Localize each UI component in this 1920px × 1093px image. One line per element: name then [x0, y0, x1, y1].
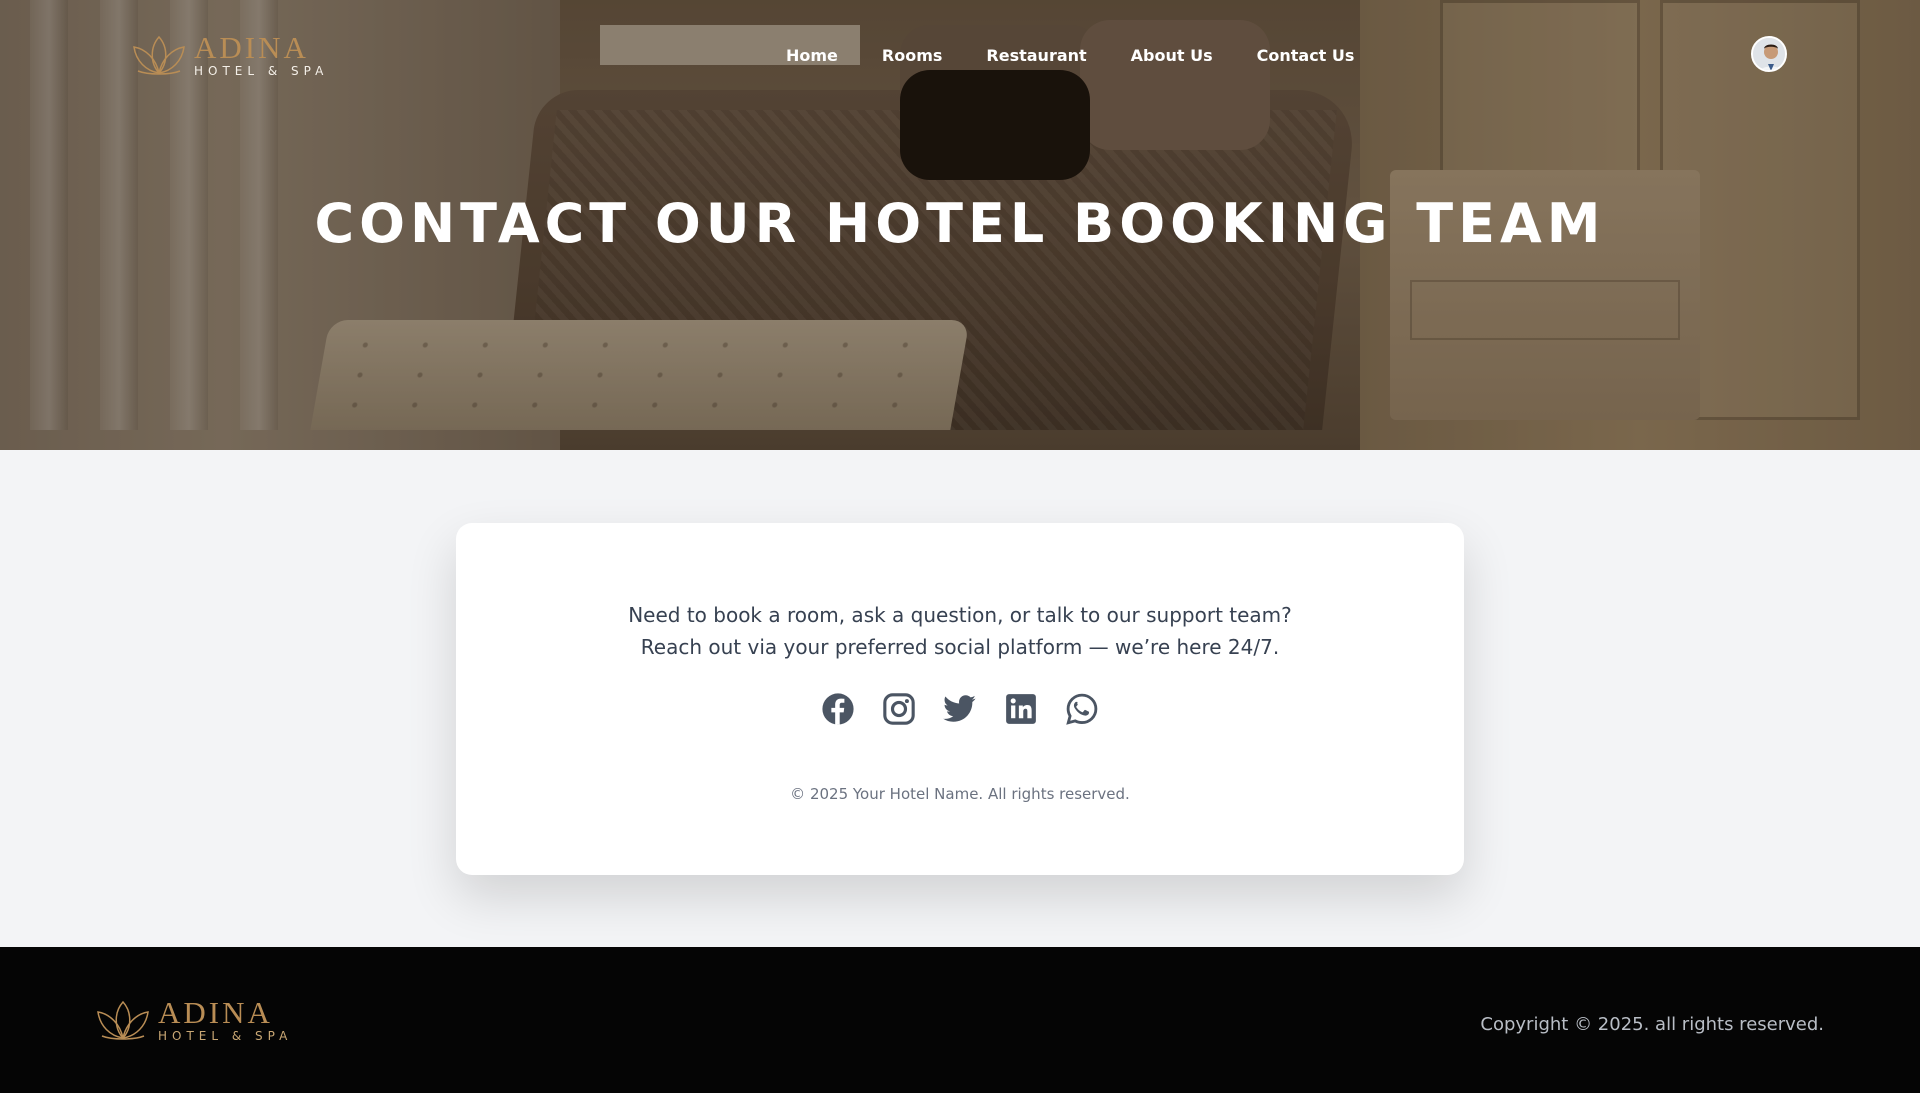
footer-copyright: Copyright © 2025. all rights reserved. — [1480, 1014, 1824, 1035]
twitter-icon — [943, 694, 976, 722]
card-copyright: © 2025 Your Hotel Name. All rights reser… — [790, 785, 1130, 803]
main-nav: Home Rooms Restaurant About Us Contact U… — [786, 46, 1354, 65]
hero-banner: ADINA HOTEL & SPA Home Rooms Restaurant … — [0, 0, 1920, 450]
contact-line-1: Need to book a room, ask a question, or … — [628, 603, 1292, 627]
twitter-link[interactable] — [943, 691, 978, 726]
nav-home[interactable]: Home — [786, 46, 838, 65]
logo-brand: ADINA — [194, 30, 309, 65]
nav-about-us[interactable]: About Us — [1131, 46, 1213, 65]
footer-logo-tagline: HOTEL & SPA — [158, 1029, 293, 1043]
contact-line-2: Reach out via your preferred social plat… — [640, 635, 1280, 659]
facebook-link[interactable] — [821, 691, 856, 726]
instagram-icon — [883, 692, 915, 725]
contact-card: Need to book a room, ask a question, or … — [456, 523, 1464, 875]
lotus-icon — [97, 1000, 149, 1040]
nav-rooms[interactable]: Rooms — [882, 46, 943, 65]
linkedin-link[interactable] — [1004, 691, 1039, 726]
logo-tagline: HOTEL & SPA — [194, 64, 329, 78]
site-footer: ADINA HOTEL & SPA Copyright © 2025. all … — [0, 947, 1920, 1093]
linkedin-icon — [1006, 693, 1036, 724]
header-logo[interactable]: ADINA HOTEL & SPA — [130, 32, 328, 77]
footer-logo-brand: ADINA — [158, 995, 273, 1030]
social-links — [456, 691, 1464, 726]
nav-restaurant[interactable]: Restaurant — [986, 46, 1086, 65]
instagram-link[interactable] — [882, 691, 917, 726]
avatar[interactable] — [1751, 36, 1787, 72]
whatsapp-link[interactable] — [1065, 691, 1100, 726]
footer-logo[interactable]: ADINA HOTEL & SPA — [94, 997, 292, 1042]
whatsapp-icon — [1066, 693, 1098, 725]
hero-title: CONTACT OUR HOTEL BOOKING TEAM — [314, 192, 1606, 255]
facebook-icon — [822, 692, 854, 725]
nav-contact-us[interactable]: Contact Us — [1257, 46, 1355, 65]
contact-description: Need to book a room, ask a question, or … — [456, 599, 1464, 663]
lotus-icon — [133, 35, 185, 75]
